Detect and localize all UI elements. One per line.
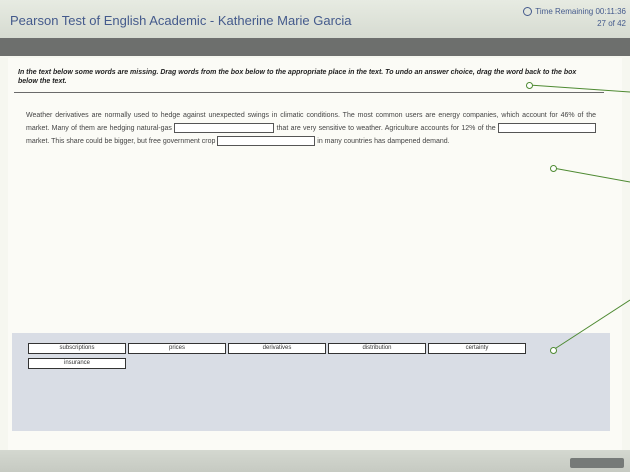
passage-text-3: market. This share could be bigger, but …: [26, 138, 216, 145]
app-title: Pearson Test of English Academic - Kathe…: [10, 13, 352, 28]
word-tile-derivatives[interactable]: derivatives: [228, 343, 326, 354]
word-tile-subscriptions[interactable]: subscriptions: [28, 343, 126, 354]
blank-3[interactable]: [217, 136, 316, 147]
question-progress: 27 of 42: [597, 19, 626, 28]
word-tile-insurance[interactable]: insurance: [28, 358, 126, 369]
instructions-divider: [14, 92, 604, 93]
blank-1[interactable]: [174, 123, 275, 134]
passage-text-4: in many countries has dampened demand.: [317, 138, 450, 145]
time-remaining: Time Remaining 00:11:36: [535, 7, 626, 16]
word-tile-prices[interactable]: prices: [128, 343, 226, 354]
next-button[interactable]: [570, 458, 624, 468]
callout-marker-passage: [550, 165, 557, 172]
clock-icon: [523, 7, 533, 17]
callout-marker-word-bank: [550, 347, 557, 354]
title-bar: Pearson Test of English Academic - Kathe…: [0, 0, 630, 38]
word-tile-certainty[interactable]: certainty: [428, 343, 526, 354]
passage-text-2: that are very sensitive to weather. Agri…: [276, 125, 496, 132]
task-instructions: In the text below some words are missing…: [18, 69, 577, 85]
timer-panel: Time Remaining 00:11:36 27 of 42: [523, 6, 626, 30]
bottom-bar: [0, 450, 630, 472]
blank-2[interactable]: [498, 123, 596, 134]
toolbar-strip: [0, 38, 630, 56]
callout-marker-instructions: [526, 82, 533, 89]
word-tile-distribution[interactable]: distribution: [328, 343, 426, 354]
reading-passage: Weather derivatives are normally used to…: [26, 109, 596, 148]
